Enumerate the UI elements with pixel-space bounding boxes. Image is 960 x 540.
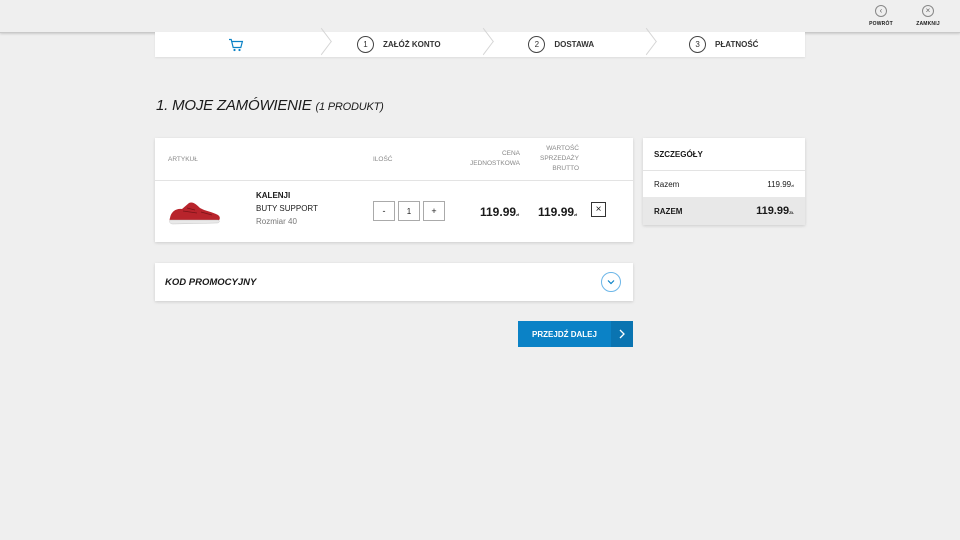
total-currency: ZŁ: [789, 210, 794, 215]
header-quantity: ILOŚĆ: [373, 156, 393, 163]
header-gross-total: WARTOŚĆ SPRZEDAŻY BRUTTO: [539, 145, 579, 172]
increase-quantity-button[interactable]: +: [423, 201, 445, 221]
chevron-right-icon: [611, 321, 633, 347]
header-unit-price: CENA JEDNOSTKOWA: [470, 150, 520, 167]
remove-item-button[interactable]: ×: [591, 202, 606, 217]
summary-total-row: RAZEM 119.99ZŁ: [643, 197, 805, 225]
total-price: 119.99zł: [538, 205, 577, 219]
proceed-label: PRZEJDŹ DALEJ: [532, 329, 597, 339]
quantity-input[interactable]: 1: [398, 201, 420, 221]
step-number: 1: [356, 36, 374, 53]
total-value: 119.99: [756, 205, 790, 217]
close-label: ZAMKNIJ: [916, 21, 940, 27]
header-article: ARTYKUŁ: [168, 156, 198, 163]
promo-code-panel[interactable]: KOD PROMOCYJNY: [155, 263, 633, 301]
summary-title: SZCZEGÓŁY: [643, 138, 805, 171]
close-icon: ×: [922, 5, 934, 17]
subtotal-currency: zł: [791, 182, 794, 188]
subtotal-label: Razem: [654, 179, 680, 189]
total-amount: 119.99ZŁ: [756, 205, 794, 217]
back-label: POWRÓT: [869, 21, 893, 27]
chevron-left-icon: ‹: [875, 5, 887, 17]
proceed-button[interactable]: PRZEJDŹ DALEJ: [518, 321, 633, 347]
step-label: DOSTAWA: [554, 40, 595, 49]
product-count: (1 PRODUKT): [315, 101, 384, 113]
total-label: RAZEM: [654, 206, 683, 216]
total-price-value: 119.99: [538, 205, 575, 219]
chevron-down-icon[interactable]: [601, 272, 621, 292]
decrease-quantity-button[interactable]: -: [373, 201, 395, 221]
page-title-text: 1. MOJE ZAMÓWIENIE: [156, 97, 312, 114]
product-image[interactable]: [167, 199, 222, 227]
step-delivery[interactable]: 2 DOSTAWA: [480, 32, 643, 57]
cart-icon: [229, 38, 244, 51]
back-button[interactable]: ‹ POWRÓT: [861, 5, 901, 27]
subtotal-value: 119.99: [767, 179, 792, 189]
total-price-currency: zł: [574, 212, 578, 217]
promo-code-label: KOD PROMOCYJNY: [165, 277, 257, 288]
step-number: 3: [689, 36, 707, 53]
top-bar: ‹ POWRÓT × ZAMKNIJ: [0, 0, 960, 33]
step-cart[interactable]: [155, 32, 318, 57]
unit-price-value: 119.99: [480, 205, 517, 219]
subtotal-amount: 119.99zł: [767, 180, 794, 189]
step-label: PŁATNOŚĆ: [715, 40, 759, 49]
product-size: Rozmiar 40: [256, 217, 297, 226]
step-number: 2: [528, 36, 546, 53]
step-payment[interactable]: 3 PŁATNOŚĆ: [643, 32, 806, 57]
checkout-steps: 1 ZAŁÓŻ KONTO 2 DOSTAWA 3 PŁATNOŚĆ: [155, 32, 805, 57]
page-title: 1. MOJE ZAMÓWIENIE (1 PRODUKT): [156, 97, 384, 114]
cart-table-header: ARTYKUŁ ILOŚĆ CENA JEDNOSTKOWA WARTOŚĆ S…: [155, 138, 633, 181]
unit-price: 119.99zł: [480, 205, 519, 219]
summary-subtotal-row: Razem 119.99zł: [643, 171, 805, 197]
step-create-account[interactable]: 1 ZAŁÓŻ KONTO: [318, 32, 481, 57]
cart-panel: ARTYKUŁ ILOŚĆ CENA JEDNOSTKOWA WARTOŚĆ S…: [155, 138, 633, 242]
order-summary: SZCZEGÓŁY Razem 119.99zł RAZEM 119.99ZŁ: [643, 138, 805, 225]
step-label: ZAŁÓŻ KONTO: [382, 40, 441, 49]
unit-price-currency: zł: [516, 212, 520, 217]
close-button[interactable]: × ZAMKNIJ: [908, 5, 948, 27]
product-name[interactable]: BUTY SUPPORT: [256, 204, 318, 213]
product-brand[interactable]: KALENJI: [256, 191, 290, 200]
quantity-stepper: - 1 +: [373, 201, 445, 221]
